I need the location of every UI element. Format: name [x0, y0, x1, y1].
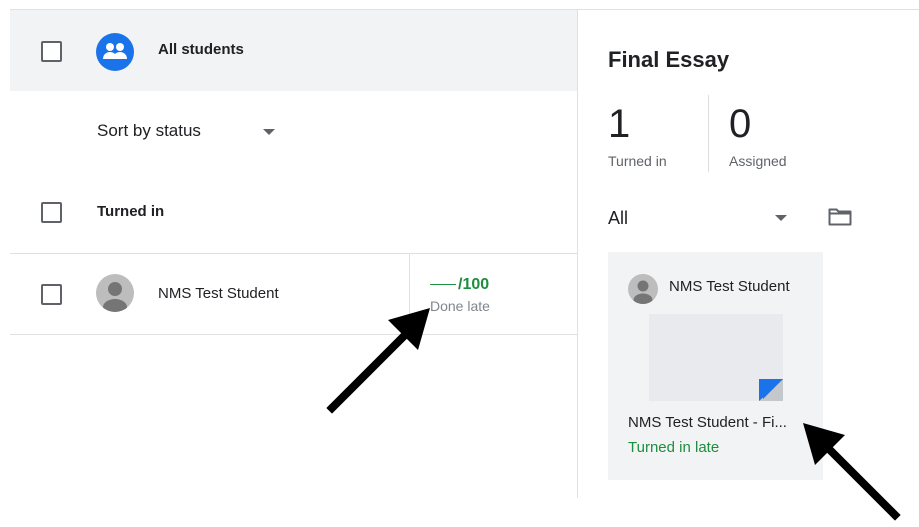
assignment-title: Final Essay [608, 47, 730, 72]
doc-thumbnail[interactable] [649, 314, 783, 401]
all-students-label: All students [158, 41, 244, 58]
assigned-label: Assigned [729, 153, 787, 169]
folder-icon[interactable] [828, 207, 852, 232]
student-checkbox[interactable] [41, 284, 62, 305]
stats-divider [708, 95, 709, 172]
card-avatar-icon [628, 274, 658, 304]
assigned-count: 0 [729, 102, 752, 146]
card-student-name: NMS Test Student [669, 278, 790, 295]
card-status: Turned in late [628, 439, 720, 456]
grade-input[interactable]: /100 [430, 276, 489, 294]
grade-max: /100 [458, 276, 490, 293]
filter-dropdown-label[interactable]: All [608, 208, 628, 229]
card-file-name[interactable]: NMS Test Student - Fi... [628, 414, 787, 431]
submission-card[interactable]: NMS Test Student NMS Test Student - Fi..… [608, 252, 823, 480]
row-divider-bottom [10, 334, 577, 335]
avatar-icon [96, 274, 134, 312]
section-checkbox[interactable] [41, 202, 62, 223]
turned-in-count: 1 [608, 102, 631, 146]
section-label-turned-in: Turned in [97, 203, 165, 220]
sort-dropdown-label[interactable]: Sort by status [97, 121, 201, 141]
all-students-checkbox[interactable] [41, 41, 62, 62]
student-row[interactable]: NMS Test Student /100 Done late [10, 253, 577, 334]
annotation-arrow-right [803, 423, 901, 521]
student-name[interactable]: NMS Test Student [158, 285, 279, 302]
people-group-icon [96, 33, 134, 71]
all-students-row[interactable]: All students [10, 10, 577, 91]
grade-blank[interactable] [430, 284, 456, 285]
annotation-arrow-left [326, 308, 430, 414]
turned-in-label: Turned in [608, 153, 667, 169]
student-list-panel: All students Sort by status Turned in NM… [10, 10, 577, 500]
sort-dropdown-caret-icon[interactable] [263, 129, 275, 135]
filter-dropdown-caret-icon[interactable] [775, 215, 787, 221]
